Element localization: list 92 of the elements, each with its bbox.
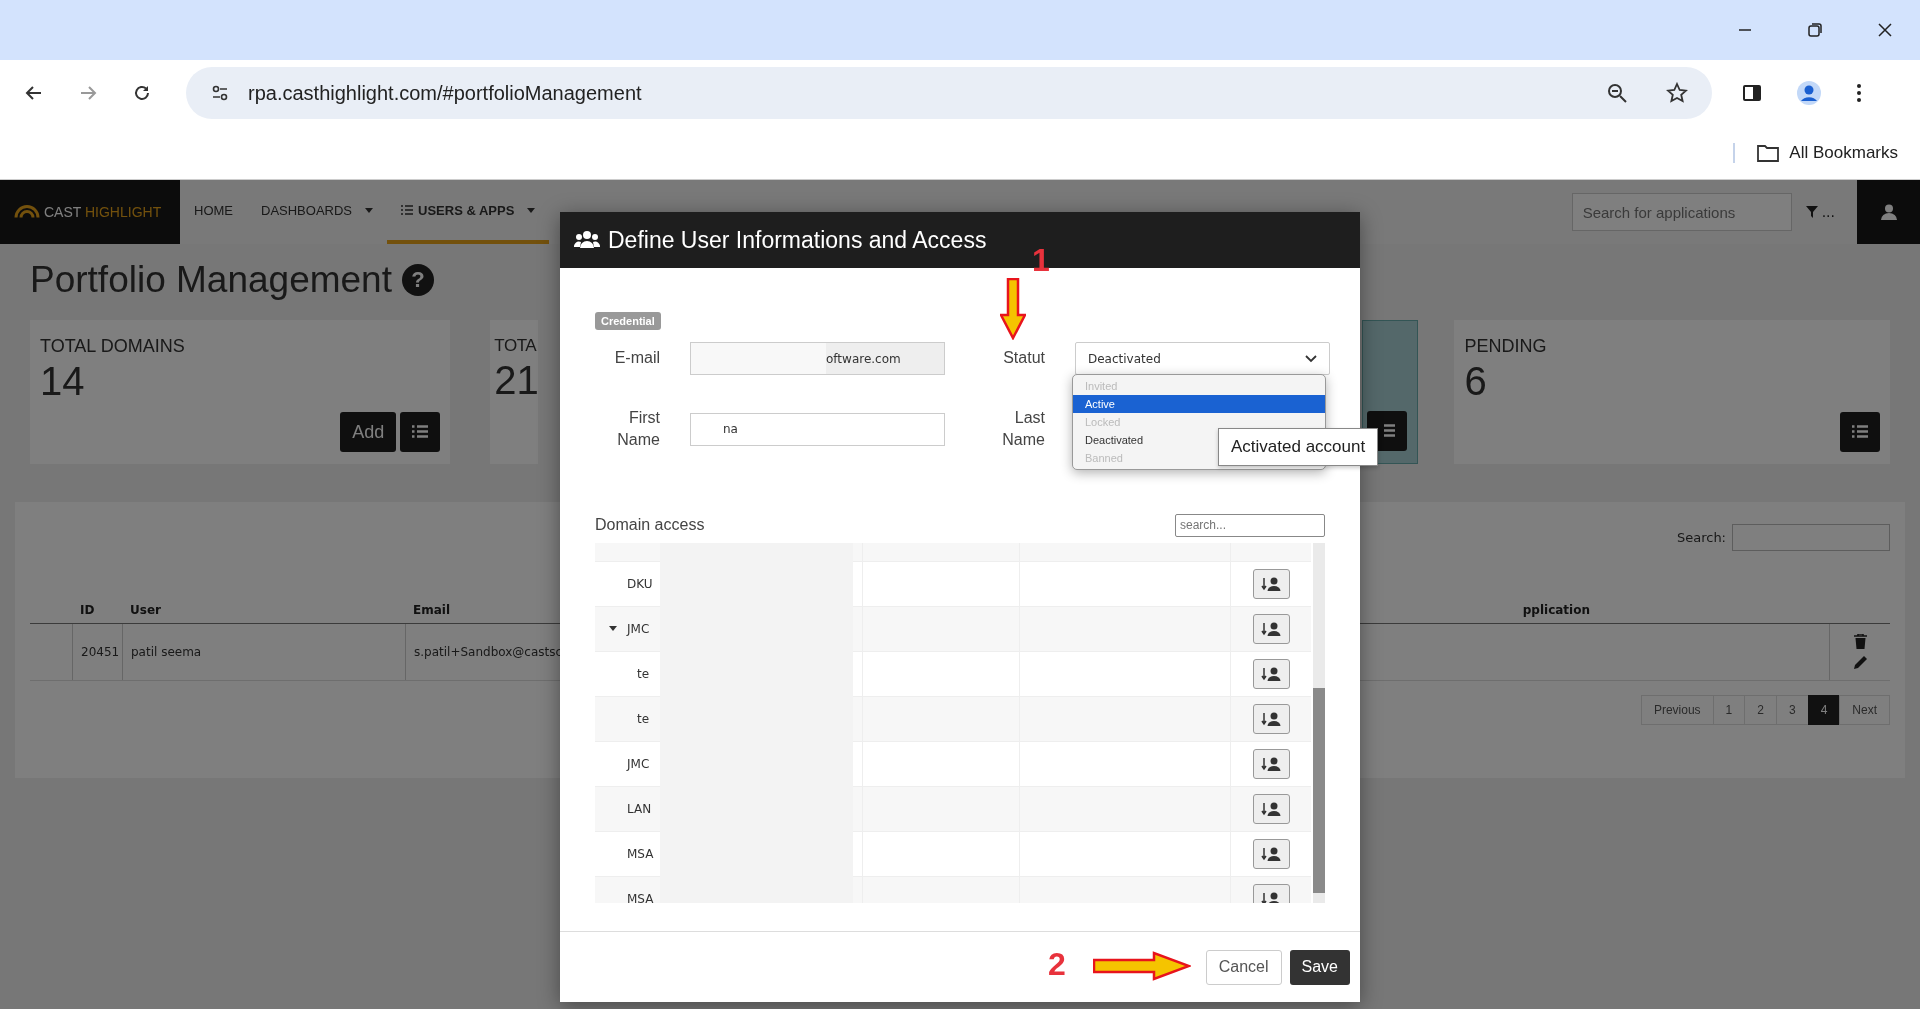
right-arrow-icon — [1093, 951, 1191, 981]
pagination-button[interactable]: Previous — [1640, 695, 1714, 725]
card-value: 6 — [1464, 358, 1488, 405]
user-menu-button[interactable] — [1857, 180, 1920, 244]
field-label: Statut — [1002, 348, 1045, 369]
tooltip: Activated account — [1218, 428, 1379, 466]
assign-user-button[interactable] — [1252, 793, 1290, 824]
search-label: Search: — [1676, 530, 1726, 545]
email-field[interactable]: oftware.com — [690, 342, 945, 375]
trash-icon[interactable] — [1853, 634, 1867, 649]
menu-icon[interactable] — [1856, 83, 1862, 103]
chevron-icon — [1305, 354, 1317, 363]
assign-user-button[interactable] — [1252, 658, 1290, 689]
sort-user-icon — [1261, 666, 1282, 681]
down-arrow-icon — [1000, 278, 1026, 340]
all-bookmarks-button[interactable]: All Bookmarks — [1733, 142, 1898, 163]
nav-item[interactable]: USERS & APPS — [387, 180, 550, 244]
table-cell: 20451 — [72, 624, 122, 680]
scrollbar[interactable] — [1313, 542, 1325, 903]
users-icon — [574, 230, 600, 250]
pencil-icon[interactable] — [1852, 655, 1868, 670]
card-label: TOTA — [494, 336, 537, 356]
reload-icon[interactable] — [132, 83, 152, 103]
pagination-button[interactable]: 2 — [1744, 695, 1777, 725]
assign-user-button[interactable] — [1252, 613, 1290, 644]
assign-user-button[interactable] — [1252, 838, 1290, 869]
card-label: TOTAL DOMAINS — [40, 336, 185, 357]
sort-user-icon — [1261, 756, 1282, 771]
restore-icon[interactable] — [1808, 23, 1822, 37]
list-icon — [1852, 424, 1868, 438]
domain-name: LAN — [627, 801, 652, 816]
card-value: 14 — [40, 358, 86, 405]
field-label: First Name — [616, 408, 660, 451]
site-info-icon[interactable] — [210, 83, 230, 103]
save-button[interactable]: Save — [1289, 949, 1350, 985]
nav-item[interactable]: HOME — [180, 180, 247, 244]
modal-title: Define User Informations and Access — [608, 226, 987, 254]
column-header[interactable]: pplication — [1514, 603, 1890, 623]
cancel-button[interactable]: Cancel — [1205, 949, 1282, 985]
first-name-field[interactable]: na — [690, 412, 945, 446]
sort-user-icon — [1261, 891, 1282, 903]
card-label: PENDING — [1464, 336, 1547, 357]
domain-name: MSA — [627, 891, 654, 903]
domain-search-field[interactable]: search... — [1175, 513, 1325, 537]
field-label: E-mail — [613, 348, 660, 369]
zoom-icon[interactable] — [1606, 82, 1628, 104]
user-icon — [1880, 204, 1897, 220]
pagination-button[interactable]: Next — [1839, 695, 1890, 725]
domain-access-label: Domain access — [595, 516, 705, 535]
list-icon — [412, 424, 429, 438]
sort-user-icon — [1261, 711, 1282, 726]
dropdown-option[interactable]: Active — [1073, 395, 1325, 413]
close-icon[interactable] — [1878, 23, 1892, 37]
profile-icon[interactable] — [1796, 80, 1822, 106]
logo-text: CAST HIGHLIGHT — [44, 204, 162, 220]
search-field[interactable]: Search for applications — [1571, 193, 1792, 231]
help-button[interactable]: ? — [402, 264, 434, 296]
assign-user-button[interactable] — [1252, 703, 1290, 734]
list-icon — [401, 205, 414, 215]
sort-user-icon — [1261, 621, 1282, 636]
address-bar[interactable]: rpa.casthighlight.com/#portfolioManagement — [186, 67, 1712, 119]
column-header[interactable]: User — [122, 603, 405, 623]
logo-icon — [14, 205, 40, 219]
star-icon[interactable] — [1666, 82, 1688, 104]
sort-user-icon — [1261, 576, 1282, 591]
side-panel-icon[interactable] — [1742, 83, 1762, 103]
domain-name: DKU — [627, 576, 653, 591]
sort-user-icon — [1261, 801, 1282, 816]
domain-name: MSA — [627, 846, 654, 861]
page-title: Portfolio Management — [30, 259, 392, 301]
credential-label: Credential — [595, 312, 661, 330]
table-cell: patil seema — [122, 624, 405, 680]
sort-user-icon — [1261, 846, 1282, 861]
add-button[interactable]: Add — [340, 412, 397, 452]
card-value: 21 — [494, 357, 539, 404]
domain-name: JMC — [627, 756, 650, 771]
nav-item[interactable]: DASHBOARDS — [247, 180, 388, 244]
folder-icon — [1757, 143, 1780, 162]
logo[interactable]: CAST HIGHLIGHT — [0, 180, 180, 244]
assign-user-button[interactable] — [1252, 748, 1290, 779]
pagination-button[interactable]: 3 — [1775, 695, 1809, 725]
domain-name: te — [637, 666, 650, 681]
domain-name: JMC — [627, 621, 650, 636]
filter-icon — [1805, 206, 1818, 218]
filter-button[interactable]: ... — [1805, 204, 1835, 220]
domain-name: te — [637, 711, 650, 726]
assign-user-button[interactable] — [1252, 568, 1290, 599]
table-search-field[interactable] — [1732, 524, 1890, 551]
expand-caret-icon[interactable] — [609, 625, 617, 631]
annotation-number: 2 — [1048, 948, 1066, 980]
field-label: Last Name — [1001, 408, 1045, 451]
column-header[interactable]: ID — [72, 603, 122, 623]
